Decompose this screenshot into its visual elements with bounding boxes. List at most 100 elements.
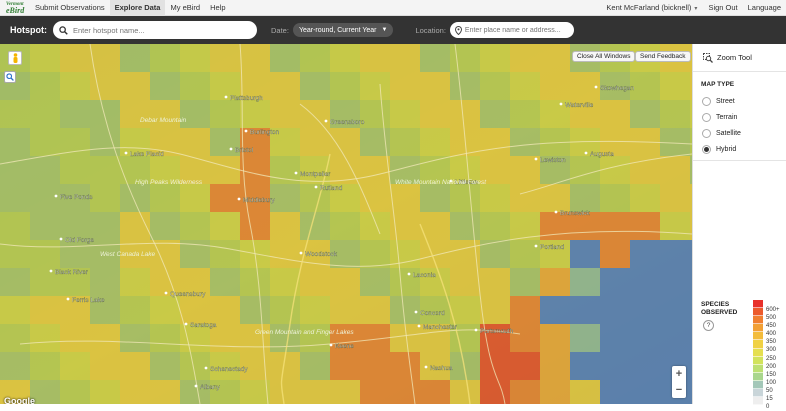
- heatmap-cell: [390, 296, 420, 324]
- heatmap-cell: [300, 296, 330, 324]
- close-all-windows-button[interactable]: Close All Windows: [572, 51, 636, 62]
- place-marker-icon: [54, 194, 58, 198]
- heatmap-cell: [390, 352, 420, 380]
- heatmap-cell: [0, 296, 30, 324]
- place-marker-icon: [237, 197, 241, 201]
- heatmap-cell: [600, 100, 630, 128]
- place-label: Brunswick: [560, 210, 590, 217]
- heatmap-cell: [90, 44, 120, 72]
- place-marker-icon: [124, 151, 128, 155]
- heatmap-cell: [60, 352, 90, 380]
- search-bar: Hotspot: Date: Year-round, Current Year …: [0, 16, 786, 44]
- date-select[interactable]: Year-round, Current Year ▼: [292, 23, 394, 37]
- heatmap-cell: [360, 72, 390, 100]
- heatmap-cell: [630, 268, 660, 296]
- place-marker-icon: [534, 157, 538, 161]
- map-type-hybrid[interactable]: Hybrid: [693, 141, 786, 157]
- heatmap-cell: [60, 72, 90, 100]
- place-label: Woodstock: [305, 251, 338, 258]
- sign-out-link[interactable]: Sign Out: [703, 0, 742, 16]
- map-type-satellite[interactable]: Satellite: [693, 125, 786, 141]
- heatmap-cell: [270, 44, 300, 72]
- heatmap-cell: [0, 268, 30, 296]
- heatmap-cell: [300, 352, 330, 380]
- map-area[interactable]: Plattsburgh Burlington Montpelier Middlebur…: [0, 44, 692, 404]
- heatmap-cell: [570, 156, 600, 184]
- language-menu[interactable]: Language: [743, 0, 786, 16]
- zoom-out-button[interactable]: −: [676, 384, 682, 396]
- heatmap-cell: [60, 156, 90, 184]
- heatmap-cell: [480, 100, 510, 128]
- location-input[interactable]: [464, 26, 570, 34]
- user-menu[interactable]: Kent McFarland (bicknell) ▾: [600, 3, 703, 12]
- heatmap-cell: [270, 212, 300, 240]
- heatmap-cell: [480, 72, 510, 100]
- place-label: Manchester: [423, 324, 458, 331]
- street-view-pegman-icon[interactable]: [8, 51, 22, 65]
- heatmap-cell: [480, 296, 510, 324]
- user-name: Kent McFarland (bicknell): [606, 3, 692, 12]
- region-label: Green Mountain and Finger Lakes: [255, 329, 354, 336]
- legend-label: 200: [766, 363, 777, 370]
- heatmap-cell: [480, 128, 510, 156]
- map-type-street[interactable]: Street: [693, 93, 786, 109]
- radio-icon: [702, 128, 711, 138]
- heatmap-cell: [660, 212, 690, 240]
- heatmap-cell: [120, 380, 150, 404]
- sidebar-divider: [693, 160, 786, 161]
- place-marker-icon: [314, 185, 318, 189]
- send-feedback-button[interactable]: Send Feedback: [635, 51, 691, 62]
- hotspot-input[interactable]: [73, 25, 243, 35]
- map-canvas[interactable]: Plattsburgh Burlington Montpelier Middlebur…: [0, 44, 692, 404]
- region-label: White Mountain National Forest: [395, 179, 487, 186]
- species-legend-scale: [753, 300, 763, 406]
- region-label: Debar Mountain: [140, 117, 187, 124]
- place-label: Saratoga: [190, 322, 217, 329]
- location-search-box[interactable]: [449, 22, 574, 38]
- heatmap-cell: [180, 128, 210, 156]
- place-marker-icon: [184, 322, 188, 326]
- place-label: Concord: [420, 310, 445, 317]
- legend-label: 600+: [766, 307, 780, 313]
- heatmap-cell: [330, 268, 360, 296]
- heatmap-cell: [630, 296, 660, 324]
- zoom-tool-button[interactable]: Zoom Tool: [693, 44, 786, 72]
- vermont-ebird-logo[interactable]: Vermont eBird: [0, 0, 30, 16]
- place-label: Laconia: [413, 272, 436, 279]
- heatmap-cell: [90, 156, 120, 184]
- top-nav: Vermont eBird Submit Observations Explor…: [0, 0, 786, 16]
- place-label: Middlebury: [243, 197, 276, 204]
- place-label: Lake Placid: [130, 151, 164, 158]
- heatmap-cell: [390, 212, 420, 240]
- help-icon[interactable]: ?: [703, 320, 714, 331]
- heatmap-cell: [150, 352, 180, 380]
- nav-help[interactable]: Help: [205, 0, 230, 16]
- zoom-in-button[interactable]: +: [676, 368, 682, 380]
- heatmap-cell: [30, 352, 60, 380]
- map-type-terrain[interactable]: Terrain: [693, 109, 786, 125]
- nav-submit-observations[interactable]: Submit Observations: [30, 0, 110, 16]
- legend-swatch: [753, 308, 763, 317]
- heatmap-cell: [510, 44, 540, 72]
- heatmap-cell: [570, 268, 600, 296]
- place-label: Burlington: [250, 129, 280, 136]
- heatmap-cell: [450, 296, 480, 324]
- heatmap-cell: [120, 212, 150, 240]
- zoom-selection-icon[interactable]: [4, 71, 16, 83]
- hotspot-search-box[interactable]: [53, 21, 257, 39]
- nav-explore-data[interactable]: Explore Data: [109, 0, 166, 16]
- heatmap-cell: [510, 212, 540, 240]
- heatmap-cell: [510, 184, 540, 212]
- heatmap-cell: [120, 268, 150, 296]
- place-label: Old Forge: [65, 237, 94, 244]
- place-marker-icon: [164, 291, 168, 295]
- heatmap-cell: [630, 212, 660, 240]
- heatmap-cell: [510, 296, 540, 324]
- heatmap-cell: [360, 240, 390, 268]
- legend-swatch: [753, 332, 763, 341]
- nav-my-ebird[interactable]: My eBird: [165, 0, 205, 16]
- heatmap-cell: [540, 296, 570, 324]
- place-marker-icon: [66, 297, 70, 301]
- place-marker-icon: [229, 147, 233, 151]
- place-marker-icon: [299, 251, 303, 255]
